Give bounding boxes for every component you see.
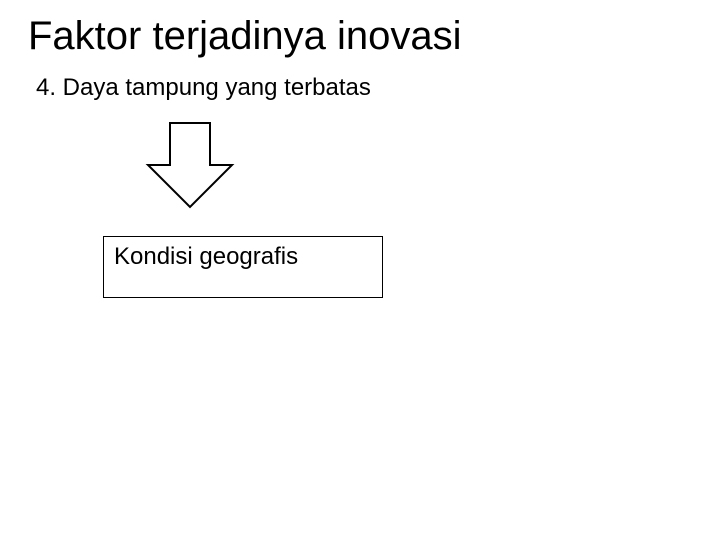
slide-subtitle: 4. Daya tampung yang terbatas — [36, 74, 371, 102]
concept-box-label: Kondisi geografis — [114, 243, 298, 270]
concept-box: Kondisi geografis — [103, 236, 383, 298]
down-arrow-icon — [140, 115, 240, 220]
slide: Faktor terjadinya inovasi 4. Daya tampun… — [0, 0, 720, 540]
slide-title: Faktor terjadinya inovasi — [28, 14, 462, 58]
